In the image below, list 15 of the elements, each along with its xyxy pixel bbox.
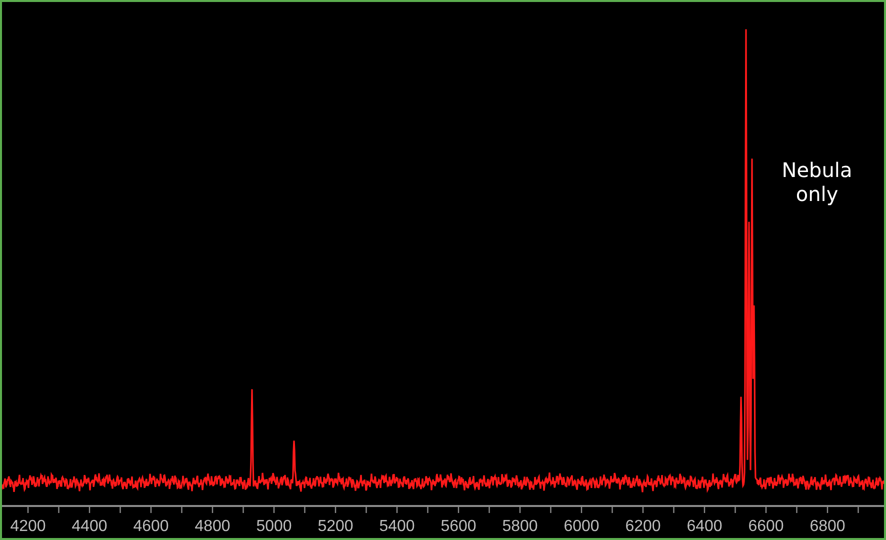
axis-tick-label: 6800 — [810, 518, 846, 535]
axis-tick-label: 4800 — [194, 518, 230, 535]
axis-tick-label: 4200 — [10, 518, 46, 535]
axis-tick-label: 6600 — [748, 518, 784, 535]
axis-tick-label: 6200 — [625, 518, 661, 535]
axis-tick-label: 5200 — [318, 518, 354, 535]
axis-tick-label: 5800 — [502, 518, 538, 535]
axis-tick-label: 4600 — [133, 518, 169, 535]
axis-tick-label: 4400 — [72, 518, 108, 535]
axis-tick-label: 6000 — [564, 518, 600, 535]
axis-tick-label: 5600 — [440, 518, 476, 535]
axis-tick-label: 6400 — [686, 518, 722, 535]
axis-tick-label: 5400 — [379, 518, 415, 535]
axis-tick-label: 5000 — [256, 518, 292, 535]
annotation-text: Nebula only — [780, 158, 854, 206]
